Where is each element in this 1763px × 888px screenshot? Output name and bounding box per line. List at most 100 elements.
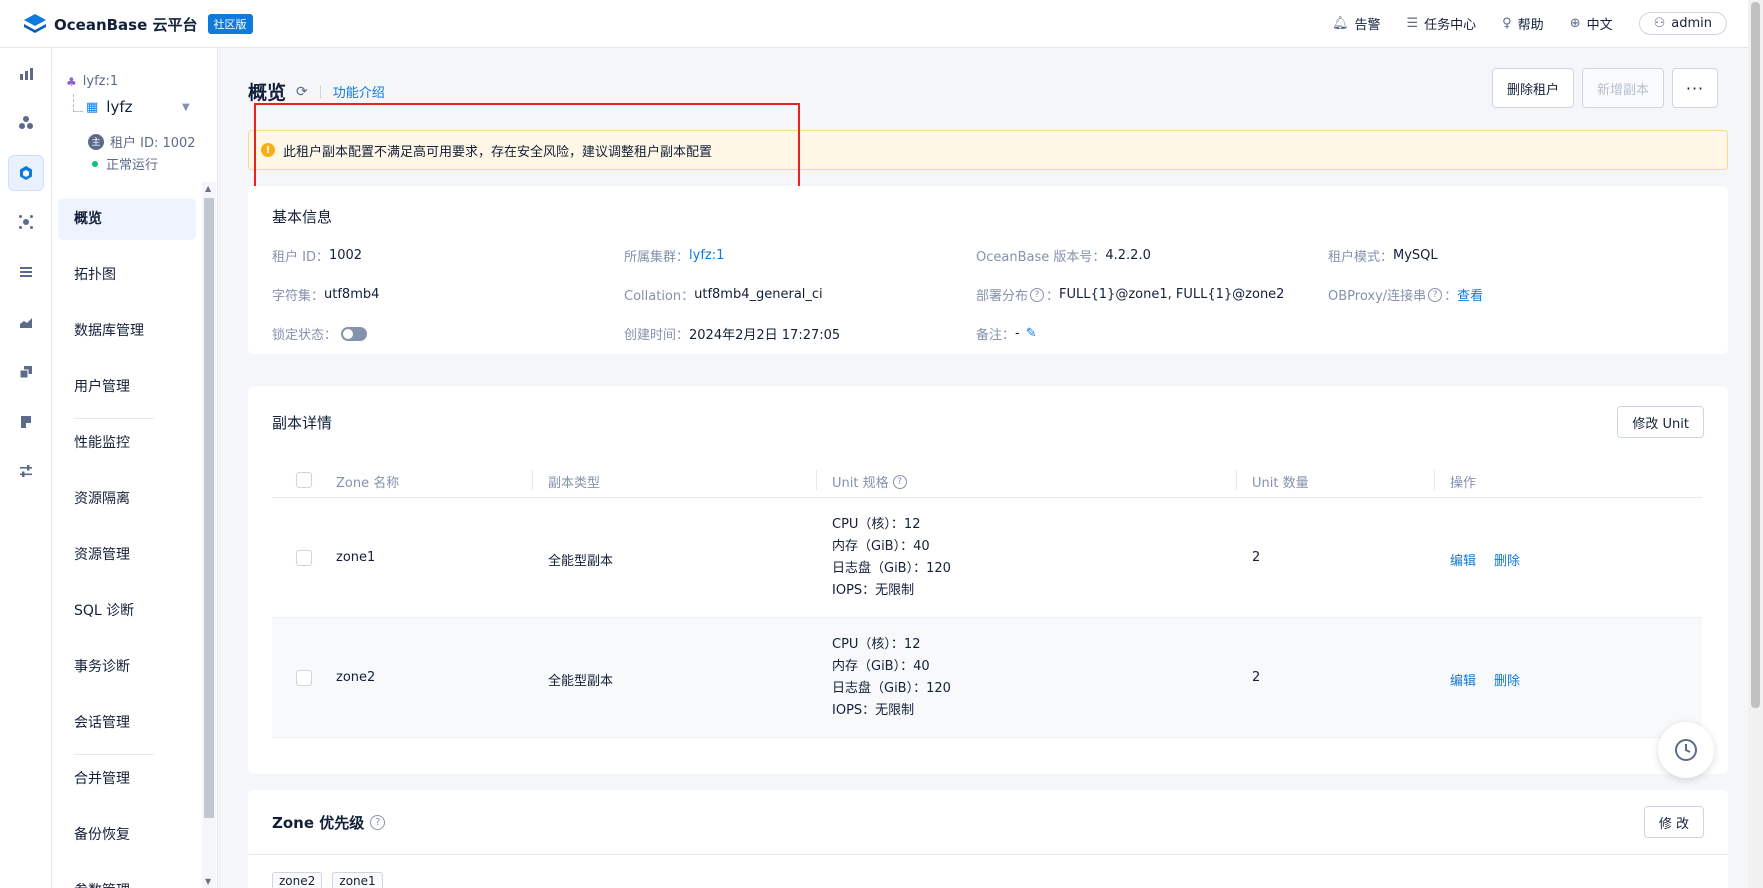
list-icon: ☰: [1406, 16, 1419, 31]
col-unit-spec: Unit 规格 ?: [832, 472, 907, 491]
help-circle-icon[interactable]: ?: [370, 815, 386, 830]
more-actions-button[interactable]: ···: [1672, 68, 1718, 108]
add-replica-button[interactable]: 新增副本: [1581, 68, 1664, 108]
menu-scrollbar[interactable]: ▲ ▼: [202, 182, 216, 888]
main-content: 概览 ⟳ 功能介绍 删除租户 新增副本 ··· ! 此租户副本配置不满足高可用要…: [218, 48, 1748, 888]
menu-item-merge[interactable]: 合并管理: [58, 758, 196, 800]
row-checkbox[interactable]: [296, 670, 312, 686]
language-button[interactable]: ⊕ 中文: [1570, 14, 1613, 33]
col-zone-name: Zone 名称: [336, 476, 400, 491]
help-circle-icon[interactable]: ?: [1030, 287, 1045, 302]
zone-tag: zone2: [272, 872, 323, 888]
refresh-icon[interactable]: ⟳: [296, 84, 308, 100]
caret-down-icon[interactable]: ▼: [182, 102, 190, 113]
menu-item-sql-diagnosis[interactable]: SQL 诊断: [58, 590, 196, 632]
help-circle-icon[interactable]: ?: [1428, 287, 1443, 302]
cluster-name: lyfz:1: [82, 74, 119, 89]
primary-badge-icon: 主: [88, 133, 104, 150]
user-menu-button[interactable]: ⚇ admin: [1638, 12, 1727, 35]
modify-unit-button[interactable]: 修改 Unit: [1617, 406, 1704, 438]
scroll-down-icon[interactable]: ▼: [205, 877, 211, 886]
help-label: 帮助: [1517, 18, 1544, 33]
table-row: zone2 全能型副本 CPU（核）：12 内存（GiB）：40 日志盘（GiB…: [272, 618, 1702, 738]
copy-icon[interactable]: [8, 354, 44, 390]
view-connection-link[interactable]: 查看: [1457, 285, 1483, 304]
bar-chart-icon[interactable]: [8, 56, 44, 92]
cluster-link[interactable]: ♣ lyfz:1: [66, 74, 216, 89]
replica-details-card: 副本详情 修改 Unit Zone 名称 副本类型 Unit 规格 ? Unit…: [248, 386, 1728, 774]
replica-type: 全能型副本: [548, 674, 614, 689]
info-charset: 字符集： utf8mb4: [272, 287, 380, 304]
edit-replica-link[interactable]: 编辑: [1450, 550, 1476, 569]
edit-replica-link[interactable]: 编辑: [1450, 670, 1476, 689]
history-clock-button[interactable]: [1658, 722, 1714, 778]
cluster-icon[interactable]: [8, 105, 44, 141]
menu-item-isolation[interactable]: 资源隔离: [58, 478, 196, 520]
info-distribution: 部署分布 ? ： FULL{1}@zone1, FULL{1}@zone2: [976, 287, 1285, 304]
info-tenant-id: 租户 ID： 1002: [272, 248, 363, 265]
tenant-id: 主 租户 ID: 1002: [88, 132, 196, 151]
menu-item-resources[interactable]: 资源管理: [58, 534, 196, 576]
modify-zone-priority-button[interactable]: 修 改: [1643, 806, 1704, 838]
delete-replica-link[interactable]: 删除: [1494, 670, 1520, 689]
unit-count: 2: [1252, 550, 1261, 565]
tenant-grid-icon: ▦: [86, 99, 99, 115]
menu-item-topology[interactable]: 拓扑图: [58, 254, 196, 296]
menu-item-users[interactable]: 用户管理: [58, 366, 196, 408]
menu-scroll-thumb[interactable]: [204, 198, 214, 818]
cluster-link[interactable]: lyfz:1: [689, 248, 724, 263]
delete-tenant-button[interactable]: 删除租户: [1491, 68, 1574, 108]
zone-name: zone1: [336, 550, 376, 565]
info-cluster: 所属集群： lyfz:1: [624, 248, 725, 265]
page-scroll-thumb[interactable]: [1751, 2, 1760, 708]
alarm-button[interactable]: 🔔︎ 告警: [1332, 14, 1381, 33]
menu-item-transaction-diagnosis[interactable]: 事务诊断: [58, 646, 196, 688]
select-all-checkbox[interactable]: [296, 472, 312, 488]
unit-spec: CPU（核）：12 内存（GiB）：40 日志盘（GiB）：120 IOPS：无…: [832, 637, 951, 718]
document-icon[interactable]: [8, 404, 44, 440]
edit-pencil-icon[interactable]: ✎: [1026, 326, 1037, 341]
sliders-icon[interactable]: [8, 453, 44, 489]
menu-item-backup[interactable]: 备份恢复: [58, 814, 196, 856]
scroll-up-icon[interactable]: ▲: [205, 184, 211, 193]
lock-toggle[interactable]: [341, 326, 368, 341]
col-unit-count: Unit 数量: [1252, 476, 1309, 491]
lightbulb-icon: ♀: [1502, 16, 1512, 31]
card-divider: [248, 854, 1728, 855]
page-header: 概览 ⟳ 功能介绍: [248, 78, 385, 105]
tenant-id-text: 租户 ID: 1002: [110, 136, 196, 151]
menu-item-performance[interactable]: 性能监控: [58, 422, 196, 464]
menu-item-overview[interactable]: 概览: [58, 198, 196, 240]
cross-dot-icon[interactable]: [8, 204, 44, 240]
zone-priority-card: Zone 优先级 ? 修 改 zone2 zone1: [248, 790, 1728, 888]
task-center-button[interactable]: ☰ 任务中心: [1406, 14, 1476, 33]
menu-item-sessions[interactable]: 会话管理: [58, 702, 196, 744]
delete-replica-link[interactable]: 删除: [1494, 550, 1520, 569]
area-chart-icon[interactable]: [8, 304, 44, 340]
row-checkbox[interactable]: [296, 550, 312, 566]
help-button[interactable]: ♀ 帮助: [1502, 14, 1544, 33]
table-row: zone1 全能型副本 CPU（核）：12 内存（GiB）：40 日志盘（GiB…: [272, 498, 1702, 618]
bell-icon: 🔔︎: [1331, 16, 1349, 31]
replica-table: Zone 名称 副本类型 Unit 规格 ? Unit 数量 操作 zone1 …: [272, 462, 1702, 738]
zone-name: zone2: [336, 670, 376, 685]
info-collation: Collation： utf8mb4_general_ci: [624, 287, 823, 304]
list-icon[interactable]: [8, 254, 44, 290]
unit-count: 2: [1252, 670, 1261, 685]
tenant-header: ♣ lyfz:1 ▦ lyfz ▼ 主 租户 ID: 1002 正常运行: [66, 74, 216, 173]
help-circle-icon[interactable]: ?: [892, 474, 907, 489]
tenant-icon[interactable]: [8, 155, 44, 191]
menu-divider: [74, 754, 154, 755]
menu-item-database[interactable]: 数据库管理: [58, 310, 196, 352]
globe-icon: ⊕: [1569, 16, 1581, 31]
info-created-time: 创建时间： 2024年2月2日 17:27:05: [624, 328, 841, 343]
alarm-label: 告警: [1354, 18, 1381, 33]
logo[interactable]: OceanBase 云平台 社区版: [22, 12, 253, 36]
tenant-selector[interactable]: ▦ lyfz: [86, 98, 133, 116]
zone-priority-title: Zone 优先级 ?: [272, 812, 386, 833]
menu-item-parameters[interactable]: 参数管理: [58, 870, 196, 888]
feature-intro-link[interactable]: 功能介绍: [333, 82, 385, 101]
page-scrollbar[interactable]: [1748, 0, 1763, 888]
col-actions: 操作: [1450, 476, 1477, 491]
header-actions: 删除租户 新增副本 ···: [1484, 68, 1718, 108]
